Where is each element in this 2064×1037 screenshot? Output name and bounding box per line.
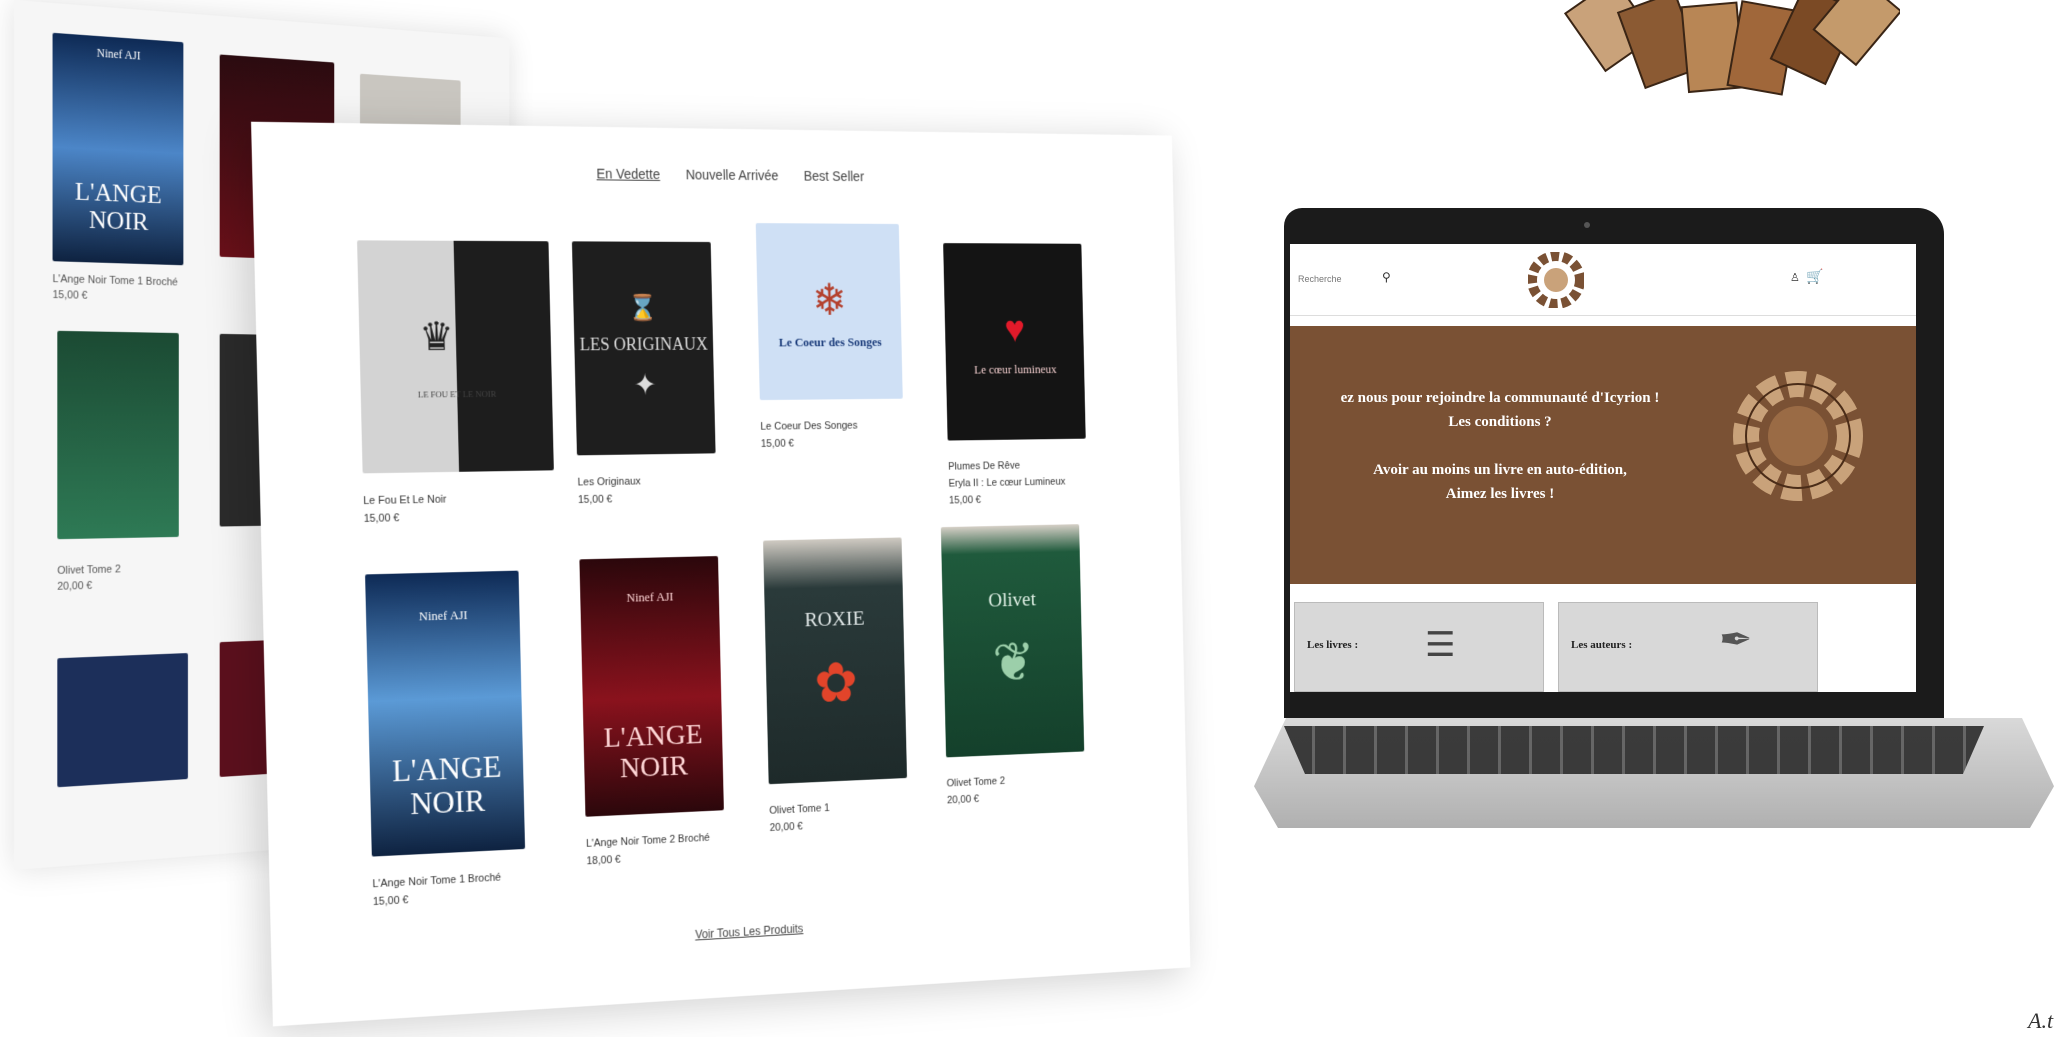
- webcam-dot: [1584, 222, 1590, 228]
- category-card-authors[interactable]: Les auteurs : ✒: [1558, 602, 1818, 692]
- book-cover[interactable]: ROXIE ✿: [763, 537, 908, 785]
- category-card-books[interactable]: Les livres : ☰: [1294, 602, 1544, 692]
- user-icon[interactable]: ♙: [1790, 271, 1800, 284]
- product-subtitle: Plumes De Rêve: [948, 460, 1021, 473]
- back-book-cover[interactable]: [57, 653, 188, 788]
- product-card[interactable]: ❄ Le Coeur des Songes Le Coeur Des Songe…: [755, 223, 904, 450]
- quill-icon: ✒: [1719, 618, 1753, 662]
- website-display: Recherche ⚲ ♙ 🛒 ez nous pour rejoindre l…: [1290, 244, 1916, 692]
- cart-icon[interactable]: 🛒: [1806, 268, 1823, 285]
- product-title[interactable]: Le Coeur Des Songes: [760, 419, 903, 433]
- cover-title: L'ANGE NOIR: [603, 717, 703, 784]
- product-title[interactable]: L'Ange Noir Tome 2 Broché: [586, 831, 725, 850]
- cover-title: Le cœur lumineux: [974, 361, 1057, 376]
- heart-icon: ♥: [1003, 307, 1026, 350]
- laptop-mockup: Recherche ⚲ ♙ 🛒 ez nous pour rejoindre l…: [1254, 208, 2054, 830]
- keyboard-keys: [1284, 726, 1984, 774]
- hero-text: ez nous pour rejoindre la communauté d'I…: [1290, 386, 1710, 506]
- product-price: 15,00 €: [577, 493, 613, 506]
- hero-banner: ez nous pour rejoindre la communauté d'I…: [1290, 326, 1916, 584]
- cover-title: Le Coeur des Songes: [778, 334, 882, 349]
- cover-author: Ninef AJI: [626, 588, 674, 605]
- cover-title: ROXIE: [804, 605, 865, 631]
- product-price: 20,00 €: [769, 820, 803, 834]
- product-card[interactable]: ♥ Le cœur lumineux Plumes De Rêve Eryla …: [943, 243, 1087, 506]
- back-caption: 20,00 €: [57, 579, 93, 593]
- back-caption[interactable]: Olivet Tome 2: [57, 564, 120, 577]
- cover-title: LE FOU ET LE NOIR: [417, 388, 497, 400]
- books-stack-icon: ☰: [1425, 626, 1456, 664]
- product-card[interactable]: Olivet ❦ Olivet Tome 2 20,00 €: [940, 524, 1085, 807]
- hourglass-icon: ⌛: [627, 293, 659, 322]
- cover-title: LES ORIGINAUX: [579, 334, 709, 355]
- vine-icon: ❦: [991, 630, 1036, 694]
- cover-author: Ninef AJI: [418, 606, 468, 623]
- back-book-cover[interactable]: [57, 330, 179, 540]
- product-card[interactable]: Ninef AJI L'ANGE NOIR L'Ange Noir Tome 2…: [579, 556, 725, 867]
- tab-en-vedette[interactable]: En Vedette: [596, 166, 660, 182]
- product-tabs: En Vedette Nouvelle Arrivée Best Seller: [252, 162, 1173, 187]
- hero-line: Les conditions ?: [1448, 414, 1552, 430]
- cover-title: Olivet: [988, 586, 1037, 611]
- product-price: 15,00 €: [948, 494, 982, 507]
- product-grid-page: En Vedette Nouvelle Arrivée Best Seller …: [251, 121, 1191, 1027]
- mockup-stage: Ninef AJI L'ANGE NOIR L'Ange Noir Tome 1…: [0, 0, 2064, 1037]
- hero-line: [1290, 434, 1710, 458]
- back-book-title: L'ANGE NOIR: [75, 176, 162, 236]
- product-title[interactable]: Eryla II : Le cœur Lumineux: [948, 476, 1086, 489]
- book-cover[interactable]: ♛ LE FOU ET LE NOIR: [357, 240, 554, 474]
- product-price: 15,00 €: [760, 437, 795, 450]
- snowflake-icon: ❄: [811, 275, 848, 324]
- product-price: 15,00 €: [363, 512, 400, 525]
- book-cover[interactable]: Ninef AJI L'ANGE NOIR: [365, 570, 526, 857]
- tab-nouvelle-arrivee[interactable]: Nouvelle Arrivée: [686, 167, 779, 183]
- book-cover[interactable]: ♥ Le cœur lumineux: [943, 243, 1086, 441]
- book-cover[interactable]: Ninef AJI L'ANGE NOIR: [579, 556, 724, 817]
- product-title[interactable]: L'Ange Noir Tome 1 Broché: [372, 870, 526, 891]
- logo-emblem-icon: [1563, 0, 1900, 96]
- tab-best-seller[interactable]: Best Seller: [803, 168, 864, 184]
- product-title[interactable]: Olivet Tome 2: [947, 772, 1085, 789]
- category-label: Les auteurs :: [1571, 639, 1633, 651]
- site-logo[interactable]: [1528, 252, 1584, 308]
- back-caption[interactable]: L'Ange Noir Tome 1 Broché: [53, 273, 178, 288]
- back-book-cover[interactable]: Ninef AJI L'ANGE NOIR: [52, 32, 184, 266]
- product-card[interactable]: Ninef AJI L'ANGE NOIR L'Ange Noir Tome 1…: [365, 570, 526, 909]
- see-all-products-link[interactable]: Voir Tous Les Produits: [271, 899, 1189, 966]
- crown-icon: ♛: [418, 314, 455, 360]
- product-title[interactable]: Le Fou Et Le Noir: [363, 492, 554, 507]
- book-cover[interactable]: ⌛ LES ORIGINAUX ✦: [571, 241, 716, 456]
- product-card[interactable]: ♛ LE FOU ET LE NOIR Le Fou Et Le Noir 15…: [357, 240, 555, 525]
- hero-line: ez nous pour rejoindre la communauté d'I…: [1340, 390, 1660, 406]
- search-icon[interactable]: ⚲: [1382, 270, 1391, 284]
- laptop-screen: Recherche ⚲ ♙ 🛒 ez nous pour rejoindre l…: [1284, 208, 1944, 718]
- book-cover[interactable]: ❄ Le Coeur des Songes: [755, 223, 903, 401]
- product-price: 20,00 €: [946, 793, 980, 807]
- compass-icon: ✦: [633, 369, 658, 402]
- product-price: 15,00 €: [372, 894, 409, 909]
- hero-line: Avoir au moins un livre en auto-édition,: [1373, 462, 1627, 478]
- logo-emblem-icon: [1733, 371, 1863, 501]
- site-header: Recherche ⚲ ♙ 🛒: [1290, 244, 1916, 316]
- rose-icon: ✿: [813, 650, 859, 715]
- category-label: Les livres :: [1307, 639, 1359, 651]
- back-caption: 15,00 €: [52, 289, 88, 302]
- product-card[interactable]: ROXIE ✿ Olivet Tome 1 20,00 €: [763, 537, 908, 834]
- cover-title: L'ANGE NOIR: [391, 747, 502, 821]
- book-cover[interactable]: Olivet ❦: [940, 524, 1085, 758]
- search-input[interactable]: Recherche: [1298, 274, 1342, 284]
- signature-mark: A.t: [2028, 1008, 2054, 1033]
- product-price: 18,00 €: [586, 853, 621, 868]
- product-card[interactable]: ⌛ LES ORIGINAUX ✦ Les Originaux 15,00 €: [571, 241, 717, 506]
- product-title[interactable]: Les Originaux: [577, 474, 716, 489]
- laptop-base: [1254, 718, 2054, 828]
- back-book-author: Ninef AJI: [96, 45, 141, 63]
- product-title[interactable]: Olivet Tome 1: [769, 799, 908, 816]
- hero-line: Aimez les livres !: [1445, 486, 1555, 502]
